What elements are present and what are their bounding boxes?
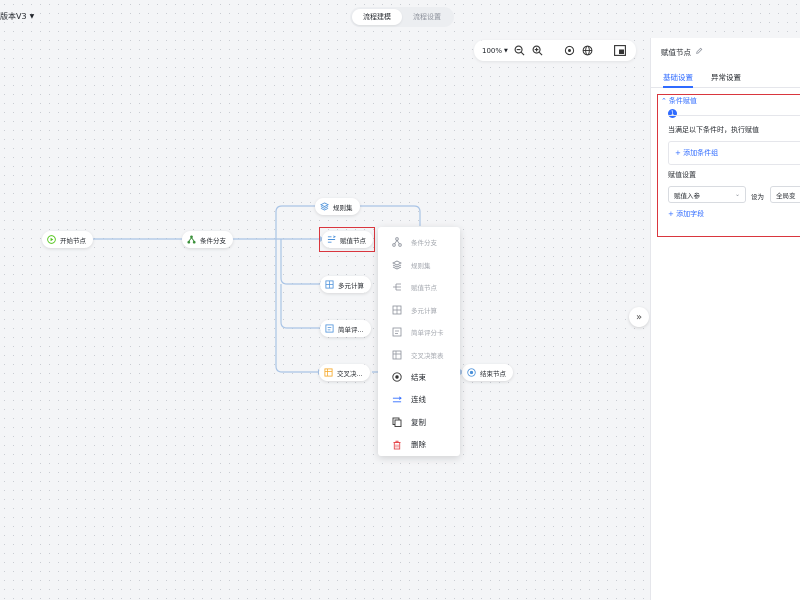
assign-icon (392, 282, 402, 292)
menu-item-multi-calc[interactable]: 多元计算 (378, 299, 460, 322)
calculator-icon (325, 280, 334, 289)
double-chevron-right-icon: » (635, 311, 643, 323)
menu-item-scorecard[interactable]: 简单评分卡 (378, 321, 460, 344)
menu-item-branch[interactable]: 条件分支 (378, 231, 460, 254)
zoom-level: 100% (482, 46, 503, 55)
annotation-highlight-box (657, 94, 800, 237)
cross-table-icon (392, 350, 402, 360)
end-circle-icon (467, 368, 476, 377)
menu-item-label: 复制 (411, 417, 426, 427)
edge-ruleset-out (358, 205, 421, 226)
node-condition-branch[interactable]: 条件分支 (182, 231, 233, 248)
collapse-panel-button[interactable]: » (629, 307, 649, 327)
zoom-out-icon[interactable] (514, 45, 526, 57)
menu-item-ruleset[interactable]: 规则集 (378, 254, 460, 277)
copy-icon (392, 417, 402, 428)
scorecard-icon (392, 327, 402, 337)
panel-header: 赋值节点 (651, 38, 800, 66)
property-panel: 赋值节点 基础设置 异常设置 ⌃ 条件赋值 1 当满足以下条件时，执行赋值 + … (650, 38, 800, 600)
node-multi-calc[interactable]: 多元计算 (320, 276, 371, 293)
edge-to-score (280, 284, 320, 329)
cross-table-icon (324, 368, 333, 377)
node-cross-decision[interactable]: 交叉决... (319, 364, 370, 381)
menu-item-label: 规则集 (411, 261, 431, 270)
version-label: 版本V3 (0, 12, 27, 21)
panel-title: 赋值节点 (661, 47, 691, 57)
menu-item-assign[interactable]: 赋值节点 (378, 276, 460, 299)
selected-node-highlight (319, 227, 375, 252)
node-label: 交叉决... (337, 369, 363, 378)
canvas-toolbar: 100% ▼ (474, 40, 636, 61)
panel-tabs: 基础设置 异常设置 (651, 66, 800, 88)
chevron-down-icon: ▼ (29, 13, 35, 20)
node-ruleset[interactable]: 规则集 (315, 198, 360, 215)
edge-to-ruleset (275, 205, 316, 239)
scorecard-icon (325, 324, 334, 333)
edge-to-multi (280, 239, 320, 285)
node-label: 开始节点 (60, 236, 86, 245)
menu-item-copy[interactable]: 复制 (378, 411, 460, 434)
menu-item-label: 条件分支 (411, 239, 437, 248)
zoom-in-icon[interactable] (532, 45, 544, 57)
calculator-icon (392, 305, 402, 315)
edge-trunk-down (275, 239, 318, 373)
node-label: 条件分支 (200, 236, 226, 245)
tab-flow-modeling[interactable]: 流程建模 (352, 9, 402, 25)
menu-item-label: 交叉决策表 (411, 351, 444, 360)
version-selector[interactable]: 版本V3 ▼ (0, 11, 34, 22)
menu-item-end[interactable]: 结束 (378, 366, 460, 389)
delete-icon (392, 440, 402, 450)
play-circle-icon (47, 235, 56, 244)
menu-item-label: 结束 (411, 372, 426, 382)
globe-icon[interactable] (582, 45, 594, 57)
menu-item-label: 删除 (411, 440, 426, 450)
menu-item-cross-table[interactable]: 交叉决策表 (378, 344, 460, 367)
menu-item-delete[interactable]: 删除 (378, 434, 460, 457)
node-scorecard[interactable]: 简单评... (320, 320, 371, 337)
node-label: 多元计算 (338, 281, 364, 290)
caret-down-icon: ▼ (504, 47, 508, 54)
branch-icon (187, 235, 196, 244)
node-label: 简单评... (338, 325, 364, 334)
node-label: 规则集 (333, 203, 353, 212)
menu-item-label: 赋值节点 (411, 284, 437, 293)
layers-icon (392, 260, 402, 270)
node-context-menu: 条件分支 规则集 赋值节点 多元计算 简单评分卡 交叉决策表 结束 连线 复制 … (378, 227, 460, 456)
menu-item-connect[interactable]: 连线 (378, 389, 460, 412)
menu-item-label: 连线 (411, 395, 426, 405)
zoom-selector[interactable]: 100% ▼ (482, 47, 508, 55)
connect-icon (392, 395, 402, 405)
mode-tabs: 流程建模 流程设置 (350, 7, 454, 27)
minimap-icon[interactable] (613, 45, 626, 57)
node-label: 结束节点 (480, 369, 506, 378)
node-start[interactable]: 开始节点 (42, 231, 93, 248)
tab-flow-settings[interactable]: 流程设置 (402, 9, 452, 25)
layers-icon (320, 202, 329, 211)
branch-icon (392, 237, 402, 247)
top-bar: 版本V3 ▼ 流程建模 流程设置 (0, 0, 800, 34)
tab-basic-settings[interactable]: 基础设置 (663, 66, 693, 88)
tab-exception-settings[interactable]: 异常设置 (711, 66, 741, 87)
menu-item-label: 多元计算 (411, 306, 437, 315)
end-icon (392, 372, 402, 382)
locate-icon[interactable] (564, 45, 576, 57)
edit-icon[interactable] (695, 47, 703, 57)
menu-item-label: 简单评分卡 (411, 329, 444, 338)
node-end[interactable]: 结束节点 (462, 364, 513, 381)
